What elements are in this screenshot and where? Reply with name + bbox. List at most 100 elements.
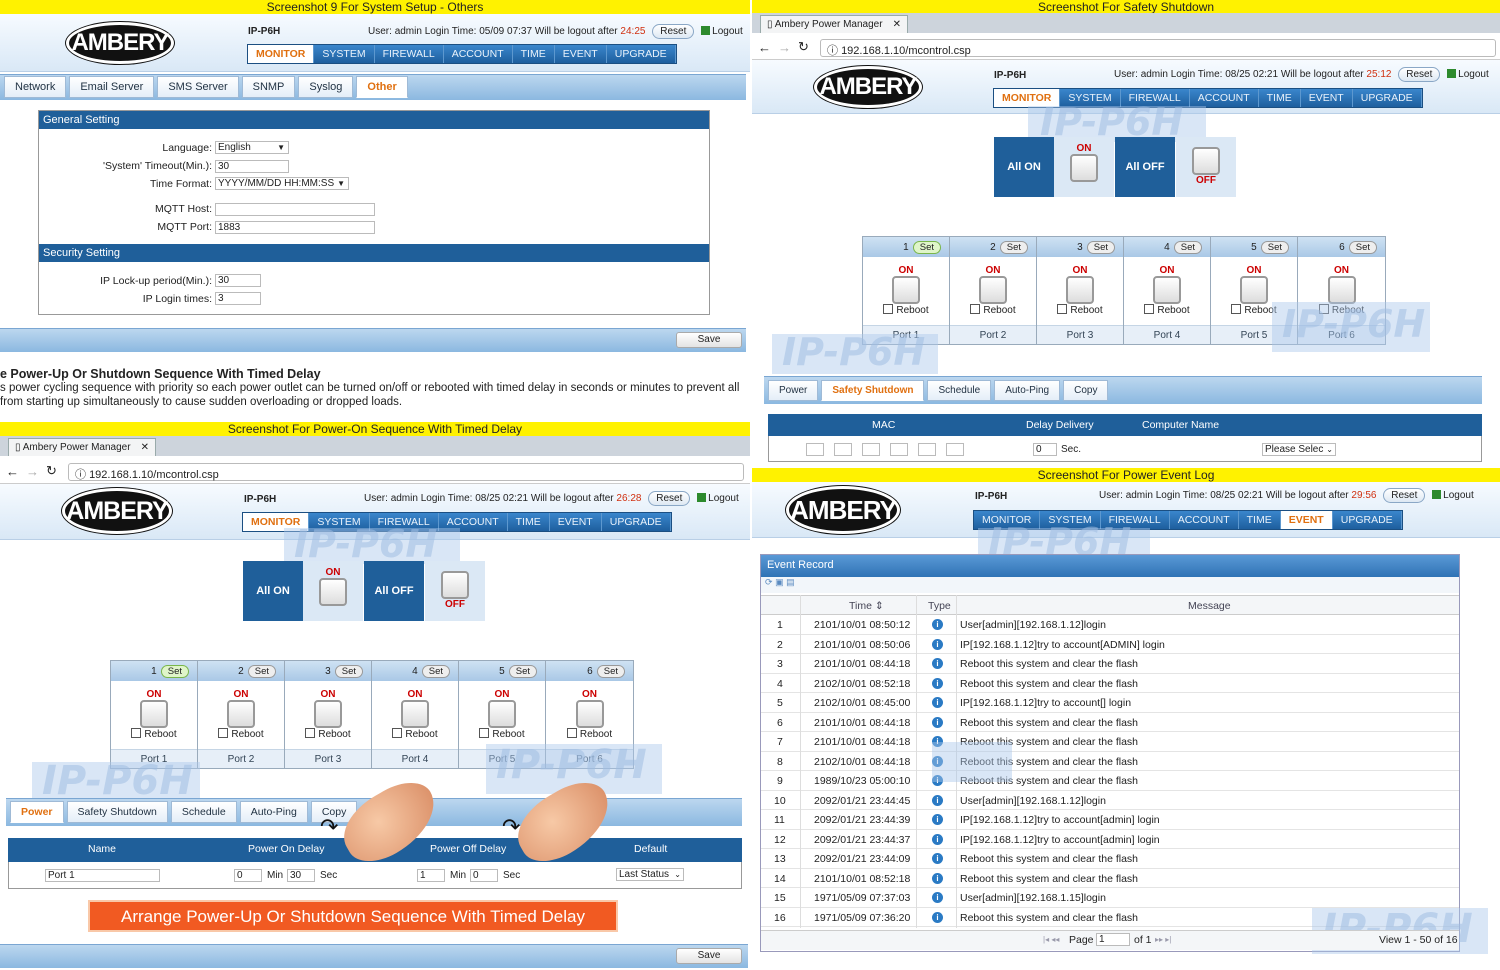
nav-upgrade[interactable]: UPGRADE [1333,511,1402,529]
forward-icon[interactable]: → [26,464,39,479]
computer-name-select[interactable]: Please Selec ⌄ [1262,443,1336,456]
port-switch[interactable] [575,700,604,728]
reboot-checkbox[interactable]: Reboot [111,728,197,740]
nav-account[interactable]: ACCOUNT [444,45,513,63]
on-delay-sec-input[interactable]: 30 [287,869,315,882]
save-icon[interactable]: ▣ [775,577,784,587]
set-button[interactable]: Set [1348,240,1377,254]
port-switch[interactable] [1240,276,1268,304]
nav-time[interactable]: TIME [513,45,555,63]
port-switch[interactable] [314,700,342,728]
tab-copy[interactable]: Copy [1063,380,1109,401]
nav-time[interactable]: TIME [508,513,550,531]
reboot-checkbox[interactable]: Reboot [1124,304,1210,316]
all-off-button[interactable]: All OFF [1115,137,1175,197]
back-icon[interactable]: ← [6,464,19,479]
port-switch[interactable] [979,276,1007,304]
delete-icon[interactable]: ▤ [786,577,795,587]
nav-monitor[interactable]: MONITOR [248,45,315,63]
port-switch[interactable] [1327,276,1356,304]
reset-button[interactable]: Reset [648,491,691,506]
table-row[interactable]: 15 1971/05/09 07:37:03 i User[admin][192.16… [761,888,1459,908]
master-on-switch[interactable] [1070,154,1098,182]
nav-firewall[interactable]: FIREWALL [375,45,444,63]
close-icon[interactable]: ✕ [893,19,901,30]
table-row[interactable]: 5 2102/10/01 08:45:00 i IP[192.168.1.12]try… [761,693,1459,713]
port-switch[interactable] [140,700,168,728]
reset-button[interactable]: Reset [1383,488,1426,503]
port-switch[interactable] [1066,276,1094,304]
nav-event[interactable]: EVENT [1301,89,1353,107]
master-off-switch[interactable] [1192,147,1220,175]
url-field[interactable]: ⓘ 192.168.1.10/mcontrol.csp [820,39,1496,57]
set-button[interactable]: Set [508,664,537,678]
logout-link[interactable]: Logout [1447,69,1489,80]
table-row[interactable]: 7 2101/10/01 08:44:18 i Reboot this system … [761,732,1459,752]
set-button[interactable]: Set [999,240,1028,254]
nav-event[interactable]: EVENT [1280,511,1333,529]
subtab-email-server[interactable]: Email Server [69,76,155,98]
set-button[interactable]: Set [1260,240,1289,254]
logout-link[interactable]: Logout [1432,490,1474,501]
subtab-sms-server[interactable]: SMS Server [157,76,239,98]
logout-link[interactable]: Logout [697,493,739,504]
tab-safety-shutdown[interactable]: Safety Shutdown [821,380,925,401]
nav-system[interactable]: SYSTEM [314,45,375,63]
port-switch[interactable] [488,700,516,728]
master-on-switch[interactable] [319,578,347,606]
table-row[interactable]: 13 2092/01/21 23:44:09 i Reboot this system… [761,849,1459,869]
tab-power[interactable]: Power [10,801,64,823]
tab-schedule[interactable]: Schedule [927,380,992,401]
all-off-button[interactable]: All OFF [364,561,424,621]
subtab-snmp[interactable]: SNMP [241,76,296,98]
table-row[interactable]: 6 2101/10/01 08:44:18 i Reboot this system … [761,713,1459,732]
nav-upgrade[interactable]: UPGRADE [1353,89,1422,107]
timeout-input[interactable]: 30 [215,160,289,173]
language-select[interactable]: English ▼ [215,141,289,154]
set-button[interactable]: Set [596,664,625,678]
all-on-button[interactable]: All ON [994,137,1054,197]
nav-upgrade[interactable]: UPGRADE [607,45,676,63]
back-icon[interactable]: ← [758,40,771,55]
tab-auto-ping[interactable]: Auto-Ping [994,380,1061,401]
default-select[interactable]: Last Status ⌄ [616,868,684,881]
page-input[interactable]: 1 [1096,933,1130,946]
set-button[interactable]: Set [1173,240,1202,254]
reboot-checkbox[interactable]: Reboot [459,728,545,740]
set-button[interactable]: Set [160,664,189,678]
port-name-input[interactable]: Port 1 [45,869,160,882]
table-row[interactable]: 14 2101/10/01 08:52:18 i Reboot this system… [761,869,1459,888]
nav-time[interactable]: TIME [1239,511,1281,529]
off-delay-sec-input[interactable]: 0 [470,869,498,882]
mqtt-port-input[interactable]: 1883 [215,221,375,234]
reboot-checkbox[interactable]: Reboot [285,728,371,740]
lockup-input[interactable]: 30 [215,274,261,287]
set-button[interactable]: Set [421,664,450,678]
mac-inputs[interactable] [806,443,964,456]
set-button[interactable]: Set [334,664,363,678]
delay-input[interactable]: 0 [1033,443,1057,456]
master-off-switch[interactable] [441,571,469,599]
set-button[interactable]: Set [912,240,941,254]
logout-link[interactable]: Logout [701,26,743,37]
forward-icon[interactable]: → [778,40,791,55]
reload-icon[interactable]: ↻ [798,39,809,55]
table-row[interactable]: 10 2092/01/21 23:44:45 i User[admin][192.16… [761,791,1459,810]
mqtt-host-input[interactable] [215,203,375,216]
browser-tab[interactable]: ▯ Ambery Power Manager ✕ [8,438,156,456]
subtab-syslog[interactable]: Syslog [298,76,354,98]
close-icon[interactable]: ✕ [141,442,149,453]
subtab-other[interactable]: Other [356,76,408,98]
browser-tab[interactable]: ▯ Ambery Power Manager ✕ [760,15,908,33]
refresh-icon[interactable]: ⟳ [765,577,773,587]
nav-event[interactable]: EVENT [550,513,602,531]
nav-account[interactable]: ACCOUNT [1170,511,1239,529]
table-row[interactable]: 1 2101/10/01 08:50:12 i User[admin][192.168… [761,615,1459,635]
tab-power[interactable]: Power [768,380,819,401]
nav-time[interactable]: TIME [1259,89,1301,107]
table-row[interactable]: 11 2092/01/21 23:44:39 i IP[192.168.1.12]tr… [761,810,1459,830]
reboot-checkbox[interactable]: Reboot [1037,304,1123,316]
tab-safety-shutdown[interactable]: Safety Shutdown [66,801,168,823]
port-switch[interactable] [401,700,429,728]
first-page-icon[interactable]: |◂ ◂◂ [1043,935,1059,944]
